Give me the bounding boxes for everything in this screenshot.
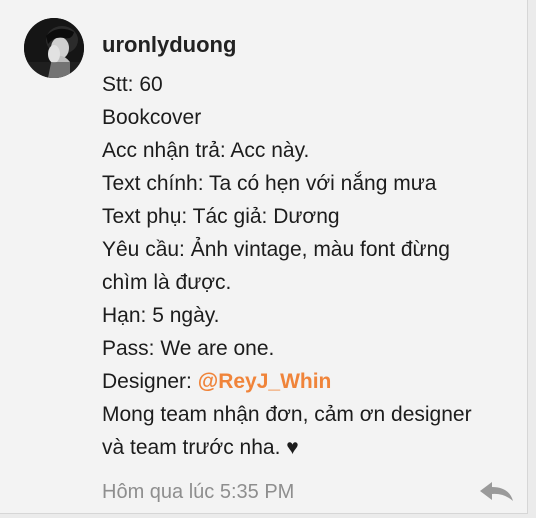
timestamp: Hôm qua lúc 5:35 PM <box>102 481 295 503</box>
line-deadline: Hạn: 5 ngày. <box>102 304 220 327</box>
line-account: Acc nhận trả: Acc này. <box>102 139 310 162</box>
line-stt: Stt: 60 <box>102 73 163 96</box>
avatar[interactable] <box>24 18 84 78</box>
line-pass: Pass: We are one. <box>102 337 275 360</box>
line-type: Bookcover <box>102 106 202 129</box>
line-request-1: Yêu cầu: Ảnh vintage, màu font đừng <box>102 238 450 261</box>
line-request-2: chìm là được. <box>102 271 232 294</box>
avatar-photo <box>24 18 84 78</box>
reply-arrow-icon <box>480 482 513 501</box>
comment-body: Stt: 60 Bookcover Acc nhận trả: Acc này.… <box>102 68 512 464</box>
designer-label: Designer: <box>102 370 198 393</box>
reply-button[interactable] <box>478 478 516 506</box>
line-designer: Designer: @ReyJ_Whin <box>102 365 512 398</box>
username[interactable]: uronlyduong <box>102 30 236 60</box>
comment-card: uronlyduong Stt: 60 Bookcover Acc nhận t… <box>0 0 528 514</box>
line-closing-2: và team trước nha. ♥ <box>102 436 299 459</box>
designer-mention-link[interactable]: @ReyJ_Whin <box>198 370 332 393</box>
line-text-main: Text chính: Ta có hẹn với nắng mưa <box>102 172 437 195</box>
line-closing-1: Mong team nhận đơn, cảm ơn designer <box>102 403 472 426</box>
line-text-sub: Text phụ: Tác giả: Dương <box>102 205 340 228</box>
